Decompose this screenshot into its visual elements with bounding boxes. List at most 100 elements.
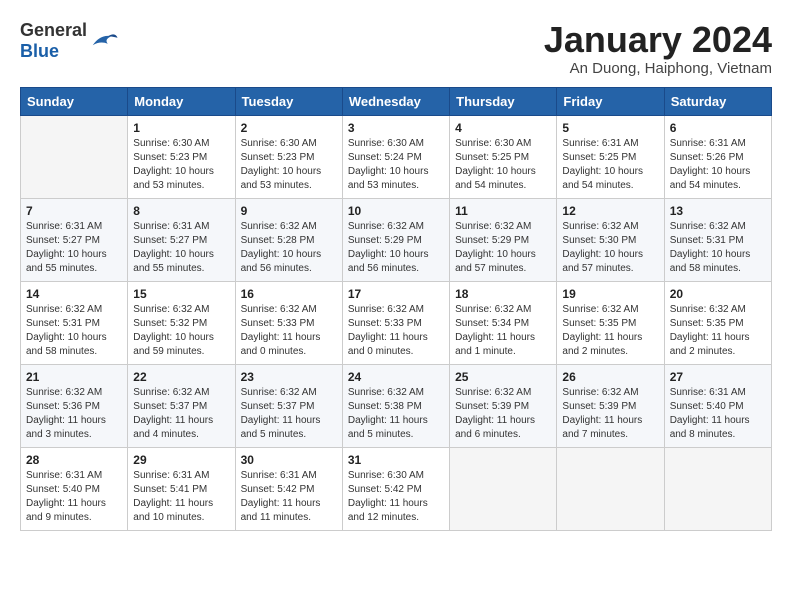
- day-info: Sunrise: 6:31 AMSunset: 5:25 PMDaylight:…: [562, 137, 658, 193]
- day-number: 22: [133, 370, 229, 384]
- week-row-3: 14 Sunrise: 6:32 AMSunset: 5:31 PMDayligh…: [21, 281, 772, 364]
- weekday-header-sunday: Sunday: [21, 87, 128, 115]
- day-number: 25: [455, 370, 551, 384]
- calendar-cell: 5 Sunrise: 6:31 AMSunset: 5:25 PMDaylight…: [557, 115, 664, 198]
- day-number: 11: [455, 204, 551, 218]
- day-info: Sunrise: 6:31 AMSunset: 5:42 PMDaylight:…: [241, 469, 337, 525]
- day-number: 20: [670, 287, 766, 301]
- calendar-cell: [21, 115, 128, 198]
- day-info: Sunrise: 6:32 AMSunset: 5:33 PMDaylight:…: [348, 303, 444, 359]
- calendar-cell: 27Sunrise: 6:31 AMSunset: 5:40 PMDayligh…: [664, 364, 771, 447]
- calendar-cell: 15 Sunrise: 6:32 AMSunset: 5:32 PMDayligh…: [128, 281, 235, 364]
- calendar-cell: 21Sunrise: 6:32 AMSunset: 5:36 PMDayligh…: [21, 364, 128, 447]
- day-number: 5: [562, 121, 658, 135]
- calendar-cell: 16 Sunrise: 6:32 AMSunset: 5:33 PMDayligh…: [235, 281, 342, 364]
- day-info: Sunrise: 6:30 AMSunset: 5:23 PMDaylight:…: [241, 137, 337, 193]
- day-info: Sunrise: 6:32 AMSunset: 5:32 PMDaylight:…: [133, 303, 229, 359]
- day-info: Sunrise: 6:31 AMSunset: 5:40 PMDaylight:…: [670, 386, 766, 442]
- calendar-cell: 22 Sunrise: 6:32 AMSunset: 5:37 PMDayligh…: [128, 364, 235, 447]
- day-info: Sunrise: 6:32 AMSunset: 5:39 PMDaylight:…: [455, 386, 551, 442]
- day-number: 13: [670, 204, 766, 218]
- weekday-header-saturday: Saturday: [664, 87, 771, 115]
- calendar-cell: 8Sunrise: 6:31 AMSunset: 5:27 PMDaylight…: [128, 198, 235, 281]
- week-row-1: 1 Sunrise: 6:30 AMSunset: 5:23 PMDaylight…: [21, 115, 772, 198]
- day-number: 10: [348, 204, 444, 218]
- location-subtitle: An Duong, Haiphong, Vietnam: [544, 60, 772, 77]
- weekday-header-wednesday: Wednesday: [342, 87, 449, 115]
- day-number: 18: [455, 287, 551, 301]
- day-info: Sunrise: 6:32 AMSunset: 5:37 PMDaylight:…: [133, 386, 229, 442]
- weekday-header-tuesday: Tuesday: [235, 87, 342, 115]
- day-number: 4: [455, 121, 551, 135]
- calendar-cell: 23 Sunrise: 6:32 AMSunset: 5:37 PMDayligh…: [235, 364, 342, 447]
- calendar-cell: 12 Sunrise: 6:32 AMSunset: 5:30 PMDayligh…: [557, 198, 664, 281]
- day-number: 1: [133, 121, 229, 135]
- calendar-cell: 26 Sunrise: 6:32 AMSunset: 5:39 PMDayligh…: [557, 364, 664, 447]
- calendar-table: SundayMondayTuesdayWednesdayThursdayFrid…: [20, 87, 772, 531]
- calendar-cell: 29Sunrise: 6:31 AMSunset: 5:41 PMDayligh…: [128, 447, 235, 530]
- logo: General Blue: [20, 20, 119, 62]
- week-row-4: 21Sunrise: 6:32 AMSunset: 5:36 PMDayligh…: [21, 364, 772, 447]
- weekday-header-thursday: Thursday: [450, 87, 557, 115]
- calendar-cell: 11 Sunrise: 6:32 AMSunset: 5:29 PMDayligh…: [450, 198, 557, 281]
- day-number: 19: [562, 287, 658, 301]
- day-number: 15: [133, 287, 229, 301]
- day-number: 9: [241, 204, 337, 218]
- logo-general-text: General: [20, 20, 87, 40]
- logo-bird-icon: [89, 29, 119, 54]
- day-number: 26: [562, 370, 658, 384]
- calendar-cell: 30 Sunrise: 6:31 AMSunset: 5:42 PMDayligh…: [235, 447, 342, 530]
- day-number: 17: [348, 287, 444, 301]
- calendar-cell: 25 Sunrise: 6:32 AMSunset: 5:39 PMDayligh…: [450, 364, 557, 447]
- calendar-cell: 7 Sunrise: 6:31 AMSunset: 5:27 PMDaylight…: [21, 198, 128, 281]
- day-info: Sunrise: 6:32 AMSunset: 5:37 PMDaylight:…: [241, 386, 337, 442]
- week-row-2: 7 Sunrise: 6:31 AMSunset: 5:27 PMDaylight…: [21, 198, 772, 281]
- calendar-cell: 10 Sunrise: 6:32 AMSunset: 5:29 PMDayligh…: [342, 198, 449, 281]
- calendar-cell: [450, 447, 557, 530]
- day-number: 7: [26, 204, 122, 218]
- weekday-header-row: SundayMondayTuesdayWednesdayThursdayFrid…: [21, 87, 772, 115]
- week-row-5: 28 Sunrise: 6:31 AMSunset: 5:40 PMDayligh…: [21, 447, 772, 530]
- day-info: Sunrise: 6:30 AMSunset: 5:25 PMDaylight:…: [455, 137, 551, 193]
- logo-blue-text: Blue: [20, 41, 59, 61]
- day-number: 24: [348, 370, 444, 384]
- day-number: 30: [241, 453, 337, 467]
- day-info: Sunrise: 6:32 AMSunset: 5:33 PMDaylight:…: [241, 303, 337, 359]
- calendar-cell: 3 Sunrise: 6:30 AMSunset: 5:24 PMDaylight…: [342, 115, 449, 198]
- day-number: 16: [241, 287, 337, 301]
- calendar-cell: 14 Sunrise: 6:32 AMSunset: 5:31 PMDayligh…: [21, 281, 128, 364]
- day-info: Sunrise: 6:32 AMSunset: 5:35 PMDaylight:…: [670, 303, 766, 359]
- calendar-cell: 13Sunrise: 6:32 AMSunset: 5:31 PMDayligh…: [664, 198, 771, 281]
- day-number: 23: [241, 370, 337, 384]
- day-info: Sunrise: 6:31 AMSunset: 5:40 PMDaylight:…: [26, 469, 122, 525]
- calendar-cell: 4 Sunrise: 6:30 AMSunset: 5:25 PMDaylight…: [450, 115, 557, 198]
- day-number: 12: [562, 204, 658, 218]
- calendar-cell: 19 Sunrise: 6:32 AMSunset: 5:35 PMDayligh…: [557, 281, 664, 364]
- day-info: Sunrise: 6:30 AMSunset: 5:24 PMDaylight:…: [348, 137, 444, 193]
- day-info: Sunrise: 6:32 AMSunset: 5:28 PMDaylight:…: [241, 220, 337, 276]
- day-number: 14: [26, 287, 122, 301]
- day-info: Sunrise: 6:32 AMSunset: 5:34 PMDaylight:…: [455, 303, 551, 359]
- month-title: January 2024: [544, 20, 772, 60]
- calendar-cell: 6Sunrise: 6:31 AMSunset: 5:26 PMDaylight…: [664, 115, 771, 198]
- calendar-cell: 24 Sunrise: 6:32 AMSunset: 5:38 PMDayligh…: [342, 364, 449, 447]
- calendar-cell: 17 Sunrise: 6:32 AMSunset: 5:33 PMDayligh…: [342, 281, 449, 364]
- day-info: Sunrise: 6:31 AMSunset: 5:27 PMDaylight:…: [26, 220, 122, 276]
- day-info: Sunrise: 6:32 AMSunset: 5:39 PMDaylight:…: [562, 386, 658, 442]
- calendar-cell: 18 Sunrise: 6:32 AMSunset: 5:34 PMDayligh…: [450, 281, 557, 364]
- calendar-cell: 2 Sunrise: 6:30 AMSunset: 5:23 PMDaylight…: [235, 115, 342, 198]
- day-info: Sunrise: 6:32 AMSunset: 5:36 PMDaylight:…: [26, 386, 122, 442]
- day-info: Sunrise: 6:32 AMSunset: 5:31 PMDaylight:…: [26, 303, 122, 359]
- day-info: Sunrise: 6:30 AMSunset: 5:23 PMDaylight:…: [133, 137, 229, 193]
- day-info: Sunrise: 6:30 AMSunset: 5:42 PMDaylight:…: [348, 469, 444, 525]
- day-number: 2: [241, 121, 337, 135]
- day-info: Sunrise: 6:32 AMSunset: 5:29 PMDaylight:…: [455, 220, 551, 276]
- day-info: Sunrise: 6:32 AMSunset: 5:30 PMDaylight:…: [562, 220, 658, 276]
- day-info: Sunrise: 6:32 AMSunset: 5:35 PMDaylight:…: [562, 303, 658, 359]
- day-info: Sunrise: 6:32 AMSunset: 5:38 PMDaylight:…: [348, 386, 444, 442]
- day-number: 31: [348, 453, 444, 467]
- day-number: 28: [26, 453, 122, 467]
- day-number: 3: [348, 121, 444, 135]
- day-info: Sunrise: 6:32 AMSunset: 5:29 PMDaylight:…: [348, 220, 444, 276]
- calendar-cell: 20 Sunrise: 6:32 AMSunset: 5:35 PMDayligh…: [664, 281, 771, 364]
